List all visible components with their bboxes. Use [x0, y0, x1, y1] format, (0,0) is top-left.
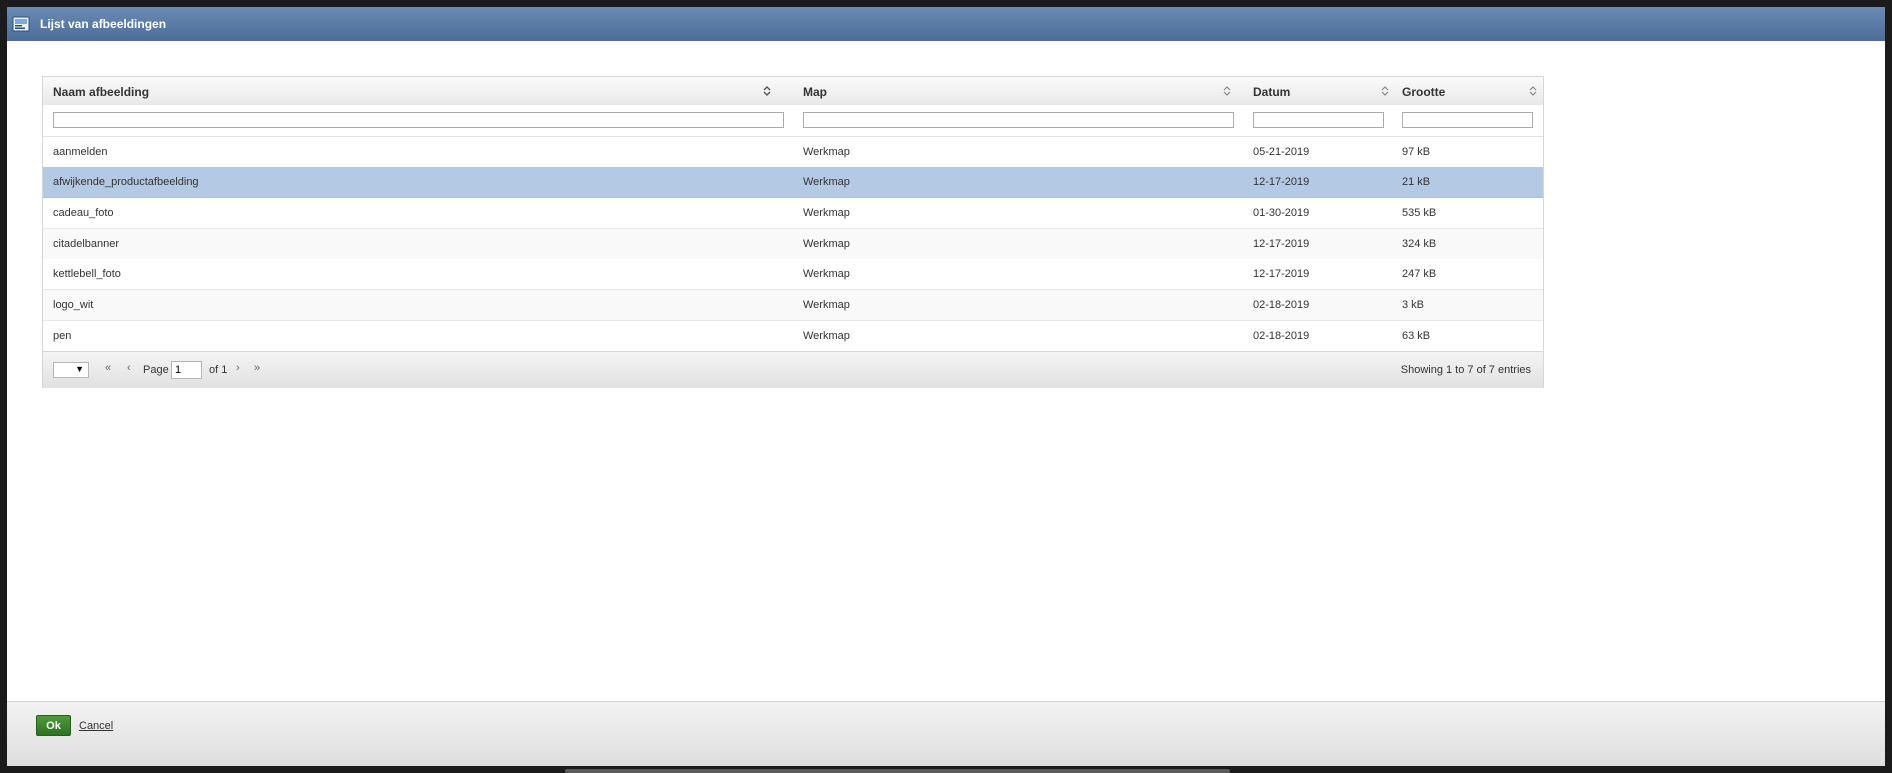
- dialog-footer: Ok Cancel: [7, 701, 1885, 766]
- cell-size: 3 kB: [1402, 299, 1425, 311]
- cell-date: 12-17-2019: [1253, 238, 1310, 250]
- sort-icon[interactable]: [1381, 85, 1389, 97]
- first-page-icon[interactable]: «: [105, 362, 111, 374]
- page-count-label: of 1: [209, 364, 228, 376]
- cell-date: 12-17-2019: [1253, 268, 1310, 280]
- cell-size: 324 kB: [1402, 238, 1437, 250]
- column-header-size[interactable]: Grootte: [1402, 77, 1538, 105]
- cell-size: 247 kB: [1402, 268, 1437, 280]
- cell-name: pen: [53, 330, 72, 342]
- dialog-content: Naam afbeelding Map Datum Grootte aanmel…: [7, 41, 1885, 702]
- cancel-link[interactable]: Cancel: [79, 720, 113, 732]
- cell-folder: Werkmap: [803, 176, 850, 188]
- horizontal-scrollbar[interactable]: [565, 769, 1230, 773]
- ok-button[interactable]: Ok: [36, 715, 71, 736]
- sort-icon[interactable]: [1529, 85, 1537, 97]
- page-number-input[interactable]: [171, 361, 202, 379]
- cell-folder: Werkmap: [803, 330, 850, 342]
- filter-row: [43, 105, 1543, 137]
- cell-date: 05-21-2019: [1253, 146, 1310, 158]
- previous-page-icon[interactable]: ‹: [127, 362, 131, 374]
- column-header-folder[interactable]: Map: [803, 77, 1233, 105]
- table-header: Naam afbeelding Map Datum Grootte: [43, 77, 1543, 106]
- table-row[interactable]: kettlebell_foto Werkmap 12-17-2019 247 k…: [43, 259, 1543, 290]
- dialog-title: Lijst van afbeeldingen: [40, 17, 167, 31]
- cell-name: cadeau_foto: [53, 207, 114, 219]
- column-header-name[interactable]: Naam afbeelding: [53, 77, 775, 105]
- date-filter-input[interactable]: [1253, 112, 1384, 128]
- cell-folder: Werkmap: [803, 207, 850, 219]
- cell-folder: Werkmap: [803, 268, 850, 280]
- entries-summary: Showing 1 to 7 of 7 entries: [1400, 364, 1531, 376]
- name-filter-input[interactable]: [53, 112, 784, 128]
- table-row[interactable]: citadelbanner Werkmap 12-17-2019 324 kB: [43, 229, 1543, 260]
- cell-folder: Werkmap: [803, 299, 850, 311]
- table-row[interactable]: aanmelden Werkmap 05-21-2019 97 kB: [43, 137, 1543, 168]
- sort-icon[interactable]: [1223, 85, 1231, 97]
- cell-name: afwijkende_productafbeelding: [53, 176, 199, 188]
- table-row[interactable]: pen Werkmap 02-18-2019 63 kB: [43, 321, 1543, 351]
- dialog-titlebar: Lijst van afbeeldingen: [7, 7, 1885, 41]
- cell-size: 97 kB: [1402, 146, 1431, 158]
- image-list-icon: [12, 16, 30, 32]
- dropdown-arrow-icon: ▼: [75, 364, 84, 374]
- next-page-icon[interactable]: ›: [236, 362, 240, 374]
- rows-per-page-select[interactable]: ▼: [53, 362, 89, 378]
- cell-folder: Werkmap: [803, 146, 850, 158]
- page-label: Page: [143, 364, 169, 376]
- cell-name: kettlebell_foto: [53, 268, 121, 280]
- sort-icon[interactable]: [763, 85, 771, 97]
- cell-date: 02-18-2019: [1253, 299, 1310, 311]
- folder-filter-input[interactable]: [803, 112, 1234, 128]
- table-row[interactable]: cadeau_foto Werkmap 01-30-2019 535 kB: [43, 198, 1543, 229]
- cell-name: aanmelden: [53, 146, 108, 158]
- cell-name: citadelbanner: [53, 238, 120, 250]
- column-header-date[interactable]: Datum: [1253, 77, 1393, 105]
- cell-folder: Werkmap: [803, 238, 850, 250]
- cell-name: logo_wit: [53, 299, 94, 311]
- table-row[interactable]: afwijkende_productafbeelding Werkmap 12-…: [43, 167, 1543, 198]
- pagination-bar: ▼ « ‹ Page of 1 › » Showing 1 to 7 of 7 …: [43, 351, 1543, 388]
- cell-size: 535 kB: [1402, 207, 1437, 219]
- table-row[interactable]: logo_wit Werkmap 02-18-2019 3 kB: [43, 290, 1543, 321]
- size-filter-input[interactable]: [1402, 112, 1533, 128]
- cell-date: 01-30-2019: [1253, 207, 1310, 219]
- image-table: Naam afbeelding Map Datum Grootte aanmel…: [42, 76, 1544, 388]
- cell-size: 21 kB: [1402, 176, 1431, 188]
- last-page-icon[interactable]: »: [254, 362, 260, 374]
- cell-date: 02-18-2019: [1253, 330, 1310, 342]
- table-body: aanmelden Werkmap 05-21-2019 97 kB afwij…: [43, 137, 1543, 351]
- cell-size: 63 kB: [1402, 330, 1431, 342]
- cell-date: 12-17-2019: [1253, 176, 1310, 188]
- image-list-dialog: Lijst van afbeeldingen Naam afbeelding M…: [7, 7, 1885, 766]
